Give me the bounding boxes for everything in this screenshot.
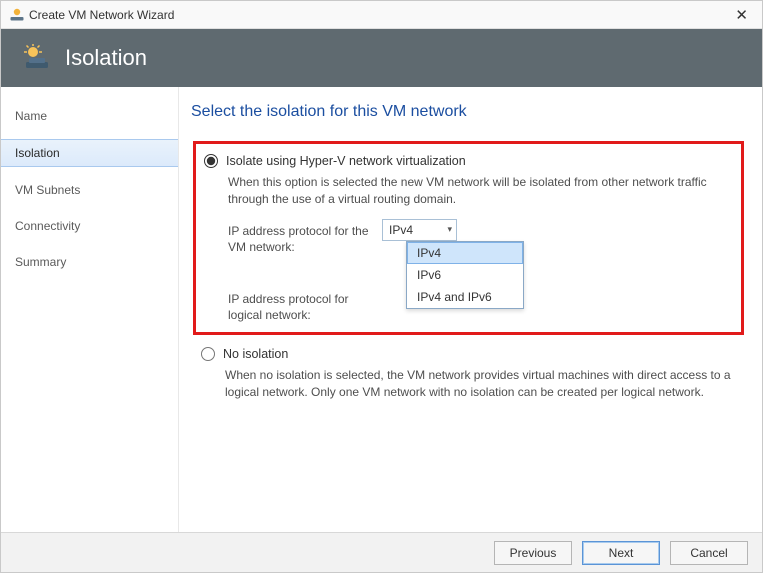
no-isolation-description: When no isolation is selected, the VM ne…: [225, 367, 734, 402]
sidebar-item-isolation[interactable]: Isolation: [1, 139, 178, 167]
vm-protocol-value: IPv4: [389, 223, 413, 237]
dropdown-option-ipv4-ipv6[interactable]: IPv4 and IPv6: [407, 286, 523, 308]
content-panel: Select the isolation for this VM network…: [179, 87, 762, 532]
sidebar-item-connectivity[interactable]: Connectivity: [1, 213, 178, 239]
logical-protocol-label: IP address protocol for logical network:: [228, 287, 382, 323]
radio-no-isolation-label: No isolation: [223, 347, 288, 361]
next-button[interactable]: Next: [582, 541, 660, 565]
radio-isolate-hyperv[interactable]: [204, 154, 218, 168]
radio-isolate-label: Isolate using Hyper-V network virtualiza…: [226, 154, 466, 168]
title-bar: Create VM Network Wizard ✕: [1, 1, 762, 29]
cancel-button[interactable]: Cancel: [670, 541, 748, 565]
isolate-description: When this option is selected the new VM …: [228, 174, 731, 209]
sidebar-item-vm-subnets[interactable]: VM Subnets: [1, 177, 178, 203]
close-button[interactable]: ✕: [729, 6, 754, 24]
wizard-steps-sidebar: Name Isolation VM Subnets Connectivity S…: [1, 87, 179, 532]
dropdown-option-ipv4[interactable]: IPv4: [407, 242, 523, 264]
window-title: Create VM Network Wizard: [25, 8, 729, 22]
wizard-footer: Previous Next Cancel: [1, 532, 762, 572]
page-heading: Select the isolation for this VM network: [189, 103, 746, 121]
banner-title: Isolation: [65, 45, 147, 71]
radio-no-isolation[interactable]: [201, 347, 215, 361]
sidebar-item-name[interactable]: Name: [1, 103, 178, 129]
vm-protocol-select[interactable]: IPv4 ▾: [382, 219, 457, 241]
app-icon: [9, 7, 25, 23]
vm-protocol-label: IP address protocol for the VM network:: [228, 219, 382, 255]
sidebar-item-summary[interactable]: Summary: [1, 249, 178, 275]
wizard-banner: Isolation: [1, 29, 762, 87]
dropdown-option-ipv6[interactable]: IPv6: [407, 264, 523, 286]
option-isolate-block: Isolate using Hyper-V network virtualiza…: [193, 141, 744, 335]
previous-button[interactable]: Previous: [494, 541, 572, 565]
banner-icon: [23, 44, 51, 72]
option-no-isolation-block: No isolation When no isolation is select…: [193, 341, 744, 418]
chevron-down-icon: ▾: [447, 224, 452, 235]
vm-protocol-dropdown[interactable]: IPv4 IPv6 IPv4 and IPv6: [406, 241, 524, 309]
